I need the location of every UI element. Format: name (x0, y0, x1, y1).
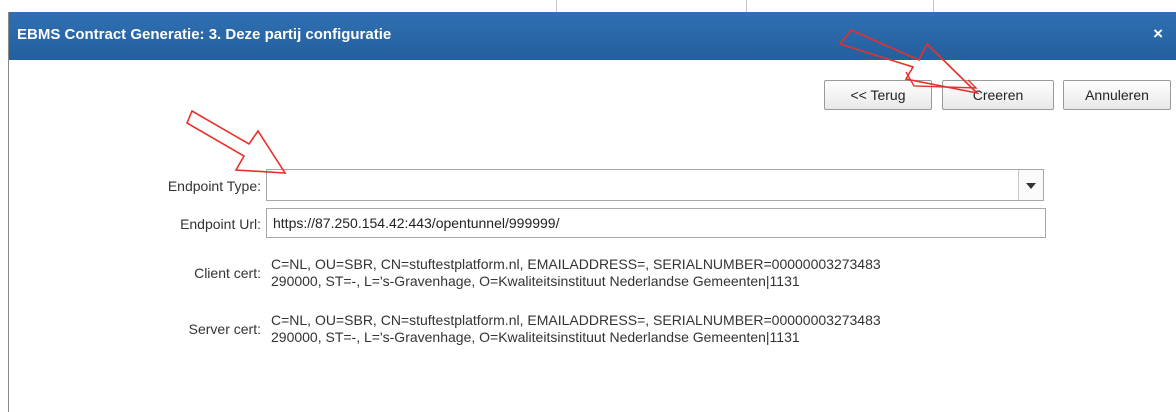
background-divider (556, 0, 557, 12)
dialog-titlebar: EBMS Contract Generatie: 3. Deze partij … (9, 12, 1176, 60)
create-button[interactable]: Creeren (942, 80, 1054, 110)
endpoint-url-label: Endpoint Url: (180, 216, 261, 232)
client-cert-line: 290000, ST=-, L='s-Gravenhage, O=Kwalite… (271, 273, 800, 289)
server-cert-value: C=NL, OU=SBR, CN=stuftestplatform.nl, EM… (271, 312, 1031, 346)
server-cert-line: 290000, ST=-, L='s-Gravenhage, O=Kwalite… (271, 329, 800, 345)
close-icon[interactable]: × (1153, 24, 1163, 44)
client-cert-label: Client cert: (194, 265, 261, 281)
back-button[interactable]: << Terug (824, 80, 932, 110)
server-cert-line: C=NL, OU=SBR, CN=stuftestplatform.nl, EM… (271, 312, 881, 328)
server-cert-label: Server cert: (188, 321, 261, 337)
cancel-button[interactable]: Annuleren (1063, 80, 1171, 110)
background-divider (933, 0, 934, 12)
background-divider (746, 0, 747, 12)
dialog-title: EBMS Contract Generatie: 3. Deze partij … (17, 26, 392, 43)
chevron-down-icon[interactable] (1018, 170, 1043, 200)
endpoint-type-label: Endpoint Type: (167, 178, 261, 194)
endpoint-type-select[interactable] (266, 169, 1044, 201)
client-cert-value: C=NL, OU=SBR, CN=stuftestplatform.nl, EM… (271, 256, 1031, 290)
client-cert-line: C=NL, OU=SBR, CN=stuftestplatform.nl, EM… (271, 256, 881, 272)
endpoint-url-input[interactable] (266, 208, 1046, 238)
contract-generation-dialog: EBMS Contract Generatie: 3. Deze partij … (8, 12, 1176, 412)
